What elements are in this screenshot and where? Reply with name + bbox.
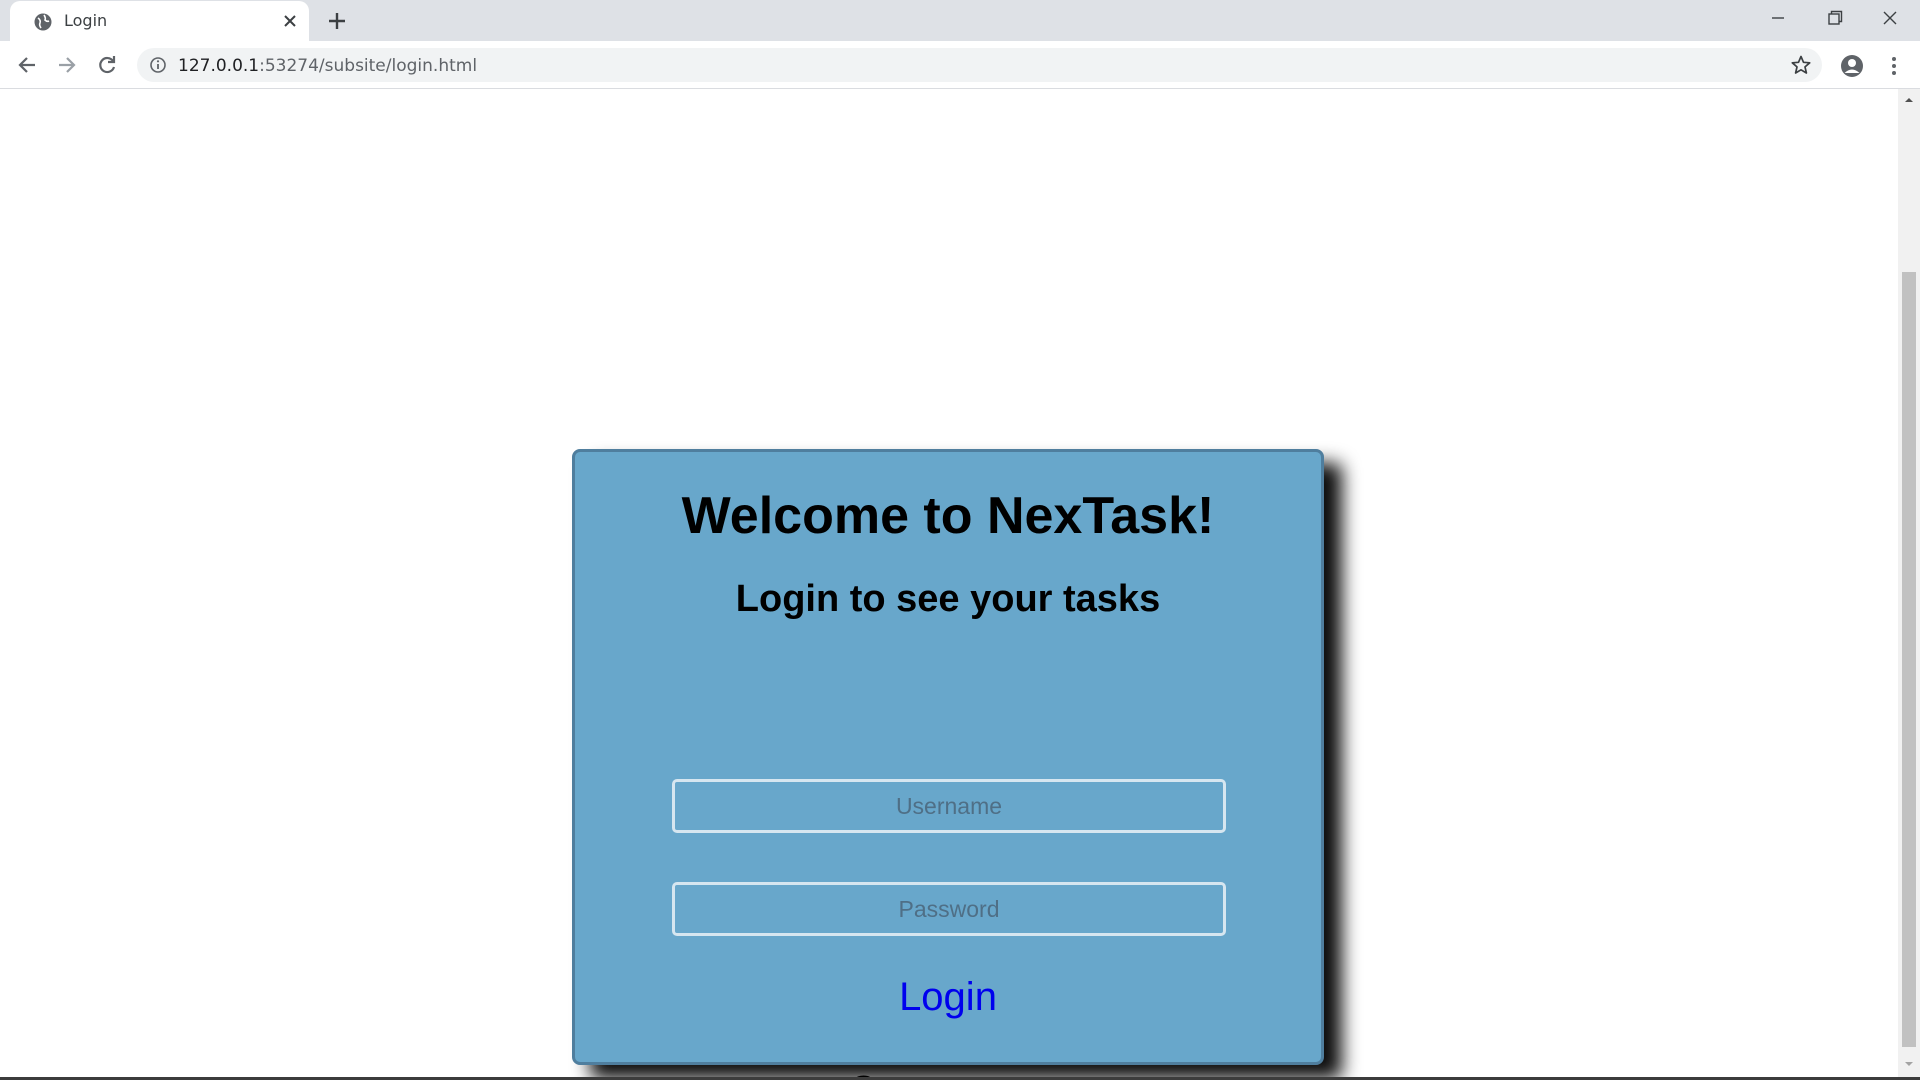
tab-strip: Login xyxy=(0,0,1920,41)
tab-title: Login xyxy=(64,11,108,30)
address-bar[interactable]: 127.0.0.1:53274/subsite/login.html xyxy=(137,48,1822,82)
account-icon[interactable] xyxy=(1839,53,1865,79)
create-user-button[interactable]: Create user xyxy=(575,1069,1321,1077)
window-close-icon[interactable] xyxy=(1870,4,1910,34)
url-path: :53274/subsite/login.html xyxy=(259,56,478,76)
scroll-up-arrow-icon[interactable] xyxy=(1902,95,1916,105)
info-icon[interactable] xyxy=(149,56,167,74)
minimize-icon[interactable] xyxy=(1758,4,1798,34)
scrollbar-thumb[interactable] xyxy=(1902,272,1916,1047)
kebab-menu-icon[interactable] xyxy=(1882,53,1906,79)
arrow-left-icon[interactable] xyxy=(12,50,42,80)
plus-icon[interactable] xyxy=(324,9,350,33)
arrow-right-icon[interactable] xyxy=(52,50,82,80)
star-icon[interactable] xyxy=(1790,54,1812,76)
browser-tab[interactable]: Login xyxy=(10,1,309,41)
page-viewport: Welcome to NexTask! Login to see your ta… xyxy=(0,89,1898,1077)
vertical-scrollbar[interactable] xyxy=(1898,89,1920,1077)
url-text[interactable]: 127.0.0.1:53274/subsite/login.html xyxy=(178,56,477,76)
globe-icon xyxy=(34,13,52,31)
restore-icon[interactable] xyxy=(1814,4,1854,34)
close-icon[interactable] xyxy=(280,11,300,31)
login-card: Welcome to NexTask! Login to see your ta… xyxy=(572,449,1324,1077)
page-subtitle: Login to see your tasks xyxy=(735,578,1161,620)
login-button[interactable]: Login xyxy=(575,975,1321,1020)
page-title: Welcome to NexTask! xyxy=(681,487,1215,545)
scroll-down-arrow-icon[interactable] xyxy=(1902,1059,1916,1069)
password-input[interactable] xyxy=(672,882,1226,936)
url-host: 127.0.0.1 xyxy=(178,56,260,76)
browser-toolbar: 127.0.0.1:53274/subsite/login.html xyxy=(0,41,1920,89)
reload-icon[interactable] xyxy=(92,50,122,80)
username-input[interactable] xyxy=(672,779,1226,833)
